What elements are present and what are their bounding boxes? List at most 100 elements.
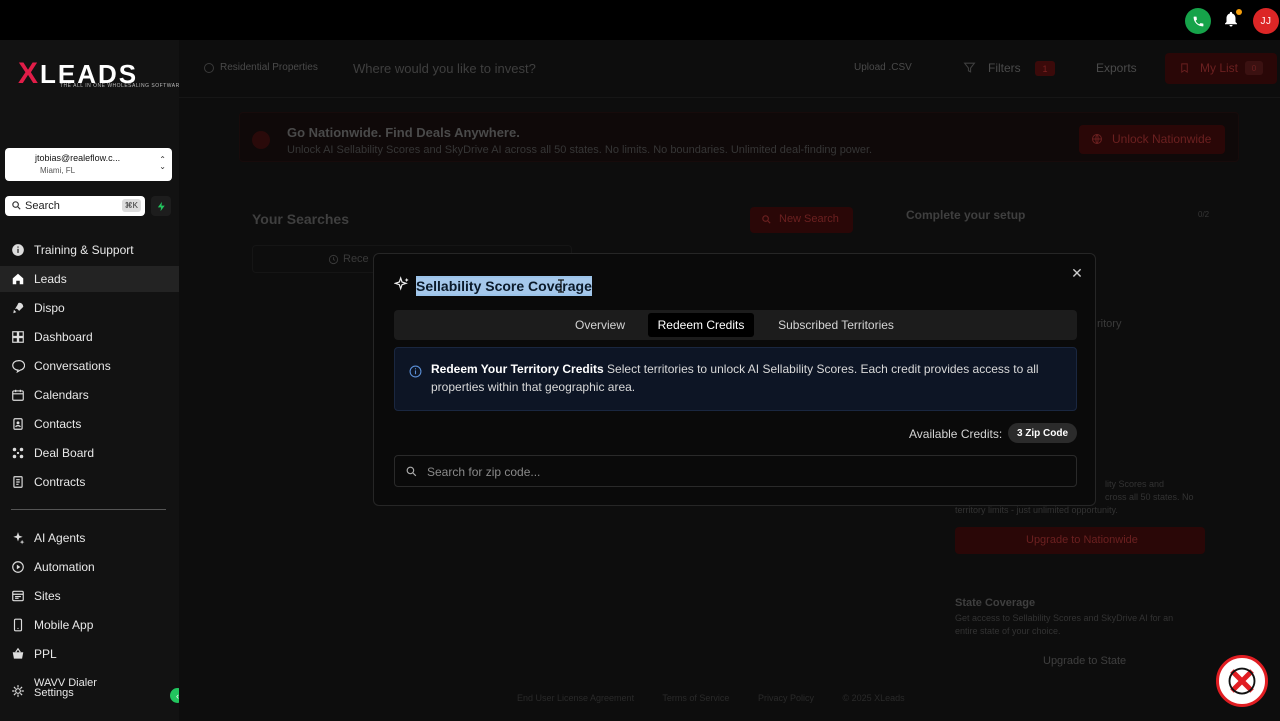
state-coverage-title: State Coverage <box>955 597 1036 609</box>
sidebar-divider <box>11 509 166 510</box>
zip-code-placeholder: Search for zip code... <box>427 465 541 479</box>
sidebar-item-label: Training & Support <box>34 243 134 257</box>
footer-privacy-link[interactable]: Privacy Policy <box>758 693 814 703</box>
board-icon <box>12 447 24 459</box>
sidebar-item-training-support[interactable]: Training & Support <box>0 237 179 263</box>
sidebar-item-deal-board[interactable]: Deal Board <box>0 440 179 466</box>
sidebar-item-label: Conversations <box>34 359 111 373</box>
sidebar-item-label: AI Agents <box>34 531 86 545</box>
available-credits-badge: 3 Zip Code <box>1008 423 1077 443</box>
location-search-input[interactable]: Where would you like to invest? <box>353 61 536 76</box>
sidebar-item-contracts[interactable]: Contracts <box>0 469 179 495</box>
sidebar-item-dispo[interactable]: Dispo <box>0 295 179 321</box>
xleads-assistant-button[interactable] <box>1216 655 1268 707</box>
xleads-x-icon <box>1228 667 1256 695</box>
upgrade-nationwide-button[interactable]: Upgrade to Nationwide <box>955 527 1205 554</box>
new-search-label: New Search <box>779 213 839 225</box>
sidebar-item-label: Mobile App <box>34 618 94 632</box>
sidebar-item-contacts[interactable]: Contacts <box>0 411 179 437</box>
mobile-icon <box>13 618 23 632</box>
sidebar-item-label: Deal Board <box>34 446 95 460</box>
globe-icon <box>252 131 270 149</box>
setup-title: Complete your setup <box>906 208 1026 222</box>
upload-csv-button[interactable]: Upload .CSV <box>854 62 912 73</box>
zip-code-search-input[interactable]: Search for zip code... <box>394 455 1077 487</box>
user-avatar[interactable]: JJ <box>1253 8 1279 34</box>
sidebar-item-label: Sites <box>34 589 61 603</box>
new-search-button[interactable]: New Search <box>750 207 853 233</box>
unlock-nationwide-button[interactable]: Unlock Nationwide <box>1079 125 1225 154</box>
xleads-logo[interactable]: XLEADS THE ALL IN ONE WHOLESALING SOFTWA… <box>18 55 183 95</box>
notification-dot <box>1236 9 1242 15</box>
modal-tabs: Overview Redeem Credits Subscribed Terri… <box>394 310 1077 340</box>
settings-icon <box>12 685 24 697</box>
sidebar-item-label: Contacts <box>34 417 82 431</box>
sidebar-item-calendars[interactable]: Calendars <box>0 382 179 408</box>
my-list-count: 0 <box>1245 61 1263 75</box>
account-switcher[interactable]: jtobias@realeflow.c... Miami, FL ⌃ ⌄ <box>5 148 172 181</box>
footer-eula-link[interactable]: End User License Agreement <box>517 693 634 703</box>
sidebar-item-dashboard[interactable]: Dashboard <box>0 324 179 350</box>
rocket-icon <box>13 302 24 314</box>
sidebar-item-mobile-app[interactable]: Mobile App <box>0 612 179 638</box>
sidebar-item-ai-agents[interactable]: AI Agents <box>0 525 179 551</box>
globe-icon <box>1092 134 1102 144</box>
sidebar-item-label: PPL <box>34 647 57 661</box>
footer-terms-link[interactable]: Terms of Service <box>662 693 729 703</box>
tab-overview[interactable]: Overview <box>558 313 642 337</box>
sidebar-item-label: Dashboard <box>34 330 93 344</box>
basket-icon <box>12 647 24 659</box>
filters-button[interactable]: Filters <box>988 61 1021 75</box>
sidebar-search[interactable]: Search ⌘K <box>5 196 145 216</box>
property-type-select[interactable]: Residential Properties <box>220 62 318 73</box>
footer-links: End User License Agreement Terms of Serv… <box>517 693 931 703</box>
search-shortcut: ⌘K <box>121 199 141 212</box>
sidebar-item-label: WAVV Dialer Settings <box>34 677 97 699</box>
sidebar-item-label: Calendars <box>34 388 89 402</box>
your-searches-heading: Your Searches <box>252 211 350 227</box>
sidebar-item-leads[interactable]: Leads <box>0 266 179 292</box>
dashboard-icon <box>12 331 24 343</box>
home-outline-icon <box>204 63 214 73</box>
my-list-label: My List <box>1200 61 1239 75</box>
text-cursor-icon <box>558 279 564 293</box>
search-icon <box>762 215 771 224</box>
my-list-button[interactable]: My List 0 <box>1165 53 1277 84</box>
bolt-icon <box>157 201 165 211</box>
sidebar-item-label: Leads <box>34 272 67 286</box>
sidebar-item-conversations[interactable]: Conversations <box>0 353 179 379</box>
sidebar-item-label: Automation <box>34 560 95 574</box>
sidebar-item-automation[interactable]: Automation <box>0 554 179 580</box>
sparkle-icon <box>13 532 25 545</box>
quick-actions-button[interactable] <box>151 196 171 216</box>
sidebar: XLEADS THE ALL IN ONE WHOLESALING SOFTWA… <box>0 40 185 721</box>
tab-redeem-credits[interactable]: Redeem Credits <box>648 313 754 337</box>
chevron-updown-icon: ⌃ ⌄ <box>159 155 166 171</box>
sidebar-item-sites[interactable]: Sites <box>0 583 179 609</box>
redeem-info-callout: Redeem Your Territory Credits Select ter… <box>394 347 1077 411</box>
exports-button[interactable]: Exports <box>1096 61 1137 75</box>
clock-icon <box>328 254 339 265</box>
close-icon[interactable]: ✕ <box>1070 266 1084 280</box>
chat-icon <box>12 360 25 373</box>
sidebar-item-ppl[interactable]: PPL <box>0 641 179 667</box>
sidebar-item-label: Dispo <box>34 301 65 315</box>
phone-icon[interactable] <box>1185 8 1211 34</box>
account-location: Miami, FL <box>40 166 76 175</box>
redeem-info-text: Redeem Your Territory Credits Select ter… <box>431 362 1039 394</box>
sellability-coverage-modal: Sellability Score Coverage ✕ Overview Re… <box>373 253 1096 506</box>
calendar-icon <box>12 389 24 401</box>
unlock-nationwide-label: Unlock Nationwide <box>1112 132 1212 146</box>
sparkle-icon <box>394 276 409 291</box>
search-icon <box>12 201 21 210</box>
sidebar-item-wavv-dialer-settings[interactable]: WAVV Dialer Settings <box>0 674 179 704</box>
banner-title: Go Nationwide. Find Deals Anywhere. <box>287 125 520 140</box>
available-credits-label: Available Credits: <box>909 427 1003 441</box>
home-icon <box>12 273 24 285</box>
upgrade-state-button[interactable]: Upgrade to State <box>1043 655 1126 667</box>
contacts-icon <box>13 418 23 430</box>
contract-icon <box>13 476 23 488</box>
tab-subscribed-territories[interactable]: Subscribed Territories <box>766 313 906 337</box>
app-root: JJ XLEADS THE ALL IN ONE WHOLESALING SOF… <box>0 0 1280 721</box>
info-icon <box>12 244 24 256</box>
